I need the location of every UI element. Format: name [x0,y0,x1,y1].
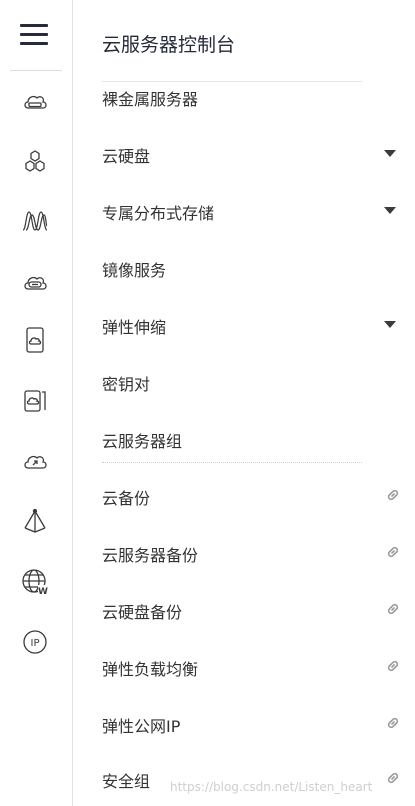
ip-icon-text: IP [31,638,40,649]
elastic-ip-globe-icon[interactable]: W [21,568,49,596]
menu-item-disk-backup[interactable]: 云硬盘备份 [102,595,402,625]
distributed-storage-icon[interactable] [21,206,49,234]
menu-item-cloud-disk[interactable]: 云硬盘 [102,139,402,169]
cloud-server-icon[interactable] [21,88,49,116]
caret-down-icon[interactable] [384,207,396,214]
caret-down-icon[interactable] [384,150,396,157]
globe-badge: W [38,587,48,596]
link-icon[interactable] [385,658,401,674]
icon-rail: W IP [0,0,73,806]
menu-item-bare-metal-server[interactable]: 裸金属服务器 [102,82,402,112]
menu-item-label: 专属分布式存储 [102,204,215,223]
menu-item-elastic-load-balance[interactable]: 弹性负载均衡 [102,652,402,682]
menu-item-cloud-backup[interactable]: 云备份 [102,481,402,511]
menu-item-label: 云服务器备份 [102,546,199,565]
group-divider [102,462,362,463]
menu-icon[interactable] [20,24,48,46]
link-icon[interactable] [385,544,401,560]
rail-divider [10,70,62,71]
auto-scaling-icon[interactable] [21,386,49,414]
menu-item-label: 密钥对 [102,375,151,394]
menu-item-image-service[interactable]: 镜像服务 [102,253,402,283]
menu-item-server-group[interactable]: 云服务器组 [102,424,402,454]
cloud-disk-icon[interactable] [21,268,49,296]
menu-item-key-pair[interactable]: 密钥对 [102,367,402,397]
menu-item-label: 安全组 [102,772,151,791]
menu-item-label: 弹性负载均衡 [102,660,199,679]
menu-item-auto-scaling[interactable]: 弹性伸缩 [102,310,402,340]
menu-item-dedicated-distributed-storage[interactable]: 专属分布式存储 [102,196,402,226]
caret-down-icon[interactable] [384,321,396,328]
hexagon-cluster-icon[interactable] [21,148,49,176]
menu-item-label: 云服务器组 [102,432,183,451]
menu-item-label: 云硬盘备份 [102,603,183,622]
link-icon[interactable] [385,487,401,503]
menu-item-label: 云硬盘 [102,147,151,166]
ip-icon[interactable]: IP [21,628,49,656]
link-icon[interactable] [385,715,401,731]
link-icon[interactable] [385,770,401,786]
menu-item-label: 镜像服务 [102,261,167,280]
menu-item-label: 弹性公网IP [102,717,181,736]
menu-item-label: 弹性伸缩 [102,318,167,337]
menu-item-label: 云备份 [102,489,151,508]
image-service-icon[interactable] [21,326,49,354]
cloud-backup-icon[interactable] [21,448,49,476]
load-balancer-icon[interactable] [21,508,49,536]
menu-item-server-backup[interactable]: 云服务器备份 [102,538,402,568]
page-title: 云服务器控制台 [102,34,236,56]
link-icon[interactable] [385,601,401,617]
menu-item-label: 裸金属服务器 [102,90,199,109]
watermark: https://blog.csdn.net/Listen_heart [170,780,373,794]
menu-item-elastic-public-ip[interactable]: 弹性公网IP [102,709,402,739]
